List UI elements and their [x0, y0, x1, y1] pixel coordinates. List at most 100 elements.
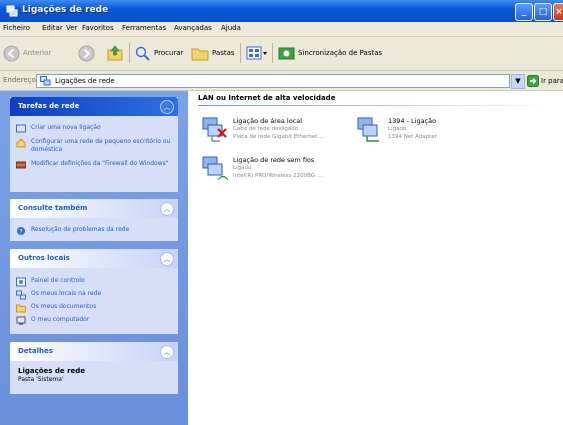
connection-status: Ligado — [233, 165, 252, 171]
address-input[interactable]: Ligações de rede — [36, 74, 510, 88]
home-network-icon — [16, 138, 26, 148]
search-label: Procurar — [154, 49, 184, 57]
file-view: LAN ou Internet de alta velocidade Ligaç… — [188, 91, 563, 425]
group-divider — [198, 105, 553, 106]
collapse-chevron-icon[interactable]: ︿ — [160, 252, 174, 266]
group-header: LAN ou Internet de alta velocidade — [198, 94, 336, 102]
other-places-title: Outros locais — [18, 254, 70, 262]
forward-arrow-icon — [78, 45, 95, 61]
collapse-chevron-icon[interactable]: ︿ — [160, 100, 174, 114]
close-button[interactable]: × — [553, 3, 563, 21]
place-control-panel[interactable]: Painel de controlo — [16, 277, 171, 287]
network-tasks-box: Tarefas de rede ︿ Criar uma nova ligação… — [10, 97, 178, 192]
menu-edit[interactable]: Editar — [42, 24, 63, 32]
see-also-header[interactable]: Consulte também ︿ — [10, 199, 178, 218]
task-label: Modificar definições da "Firewall do Win… — [31, 160, 169, 167]
back-arrow-icon — [3, 45, 20, 61]
collapse-chevron-icon[interactable]: ︿ — [160, 202, 174, 216]
other-places-header[interactable]: Outros locais ︿ — [10, 249, 178, 268]
network-connections-icon — [6, 5, 18, 17]
connection-name: Ligação de área local — [233, 117, 303, 125]
network-tasks-header[interactable]: Tarefas de rede ︿ — [10, 97, 178, 116]
menu-help[interactable]: Ajuda — [221, 24, 241, 32]
place-my-documents[interactable]: Os meus documentos — [16, 303, 171, 313]
connection-device: Intel(R) PRO/Wireless 2200BG ... — [233, 173, 323, 179]
task-troubleshoot-network[interactable]: ? Resolução de problemas da rede — [16, 226, 171, 236]
connection-wireless[interactable]: Ligação de rede sem fios Ligado Intel(R)… — [200, 154, 370, 188]
wireless-connection-icon — [202, 156, 228, 181]
forward-button[interactable] — [78, 41, 95, 65]
menu-favorites[interactable]: Favoritos — [82, 24, 114, 32]
details-name: Ligações de rede — [18, 367, 86, 375]
folder-up-icon — [107, 45, 123, 61]
help-icon: ? — [17, 227, 25, 236]
details-box: Detalhes ︿ Ligações de rede Pasta 'Siste… — [10, 342, 178, 394]
menu-file[interactable]: Ficheiro — [3, 24, 30, 32]
task-label: Configurar uma rede de pequeno escritóri… — [31, 138, 171, 153]
minimize-button[interactable]: _ — [515, 3, 533, 21]
details-type: Pasta 'Sistema' — [18, 376, 64, 383]
new-connection-icon — [16, 124, 26, 133]
place-label: O meu computador — [31, 316, 90, 323]
place-label: Os meus documentos — [31, 303, 97, 310]
documents-folder-icon — [16, 304, 26, 313]
network-places-icon — [16, 290, 26, 300]
place-label: Os meus locais na rede — [31, 290, 102, 297]
menu-bar: Ficheiro Editar Ver Favoritos Ferramenta… — [0, 22, 563, 37]
details-title: Detalhes — [18, 347, 53, 355]
folders-button[interactable]: Pastas — [191, 41, 235, 65]
collapse-chevron-icon[interactable]: ︿ — [160, 345, 174, 359]
title-bar[interactable]: Ligações de rede _ □ × — [0, 0, 563, 22]
go-button[interactable]: Ir para — [527, 75, 563, 87]
back-button[interactable]: Anterior — [3, 41, 51, 65]
connection-status: Cabo de rede desligado — [233, 126, 299, 132]
task-firewall-settings[interactable]: Modificar definições da "Firewall do Win… — [16, 160, 171, 170]
place-my-computer[interactable]: O meu computador — [16, 316, 171, 326]
views-button[interactable] — [246, 41, 268, 65]
network-tasks-title: Tarefas de rede — [18, 102, 80, 110]
toolbar: Anterior Procurar Pastas Sincronização d… — [0, 37, 563, 71]
network-folder-icon — [40, 76, 51, 86]
back-label: Anterior — [23, 49, 52, 57]
views-icon — [246, 46, 267, 59]
maximize-button[interactable]: □ — [534, 3, 552, 21]
up-folder-button[interactable] — [106, 41, 124, 65]
address-value: Ligações de rede — [55, 77, 115, 85]
connection-local-area[interactable]: Ligação de área local Cabo de rede desli… — [200, 115, 350, 149]
explorer-window: Ligações de rede _ □ × Ficheiro Editar V… — [0, 0, 563, 425]
address-dropdown-button[interactable]: ▼ — [511, 74, 525, 89]
connection-1394[interactable]: 1394 - Ligação Ligado 1394 Net Adapter — [355, 115, 505, 149]
see-also-title: Consulte também — [18, 204, 88, 212]
place-label: Painel de controlo — [31, 277, 85, 284]
folders-icon — [191, 48, 209, 60]
menu-tools[interactable]: Ferramentas — [122, 24, 166, 32]
connection-status: Ligado — [388, 126, 407, 132]
connection-device: Placa de rede Gigabit Ethernet ... — [233, 134, 325, 140]
sync-icon — [278, 47, 295, 59]
place-my-network[interactable]: Os meus locais na rede — [16, 290, 171, 300]
control-panel-icon — [16, 277, 26, 287]
address-label: Endereço — [3, 76, 36, 84]
search-button[interactable]: Procurar — [134, 41, 183, 65]
other-places-box: Outros locais ︿ Painel de controlo Os me… — [10, 249, 178, 334]
task-pane: Tarefas de rede ︿ Criar uma nova ligação… — [0, 91, 188, 425]
connection-device: 1394 Net Adapter — [388, 134, 437, 140]
task-setup-home-network[interactable]: Configurar uma rede de pequeno escritóri… — [16, 138, 171, 154]
go-label: Ir para — [541, 77, 563, 85]
folders-label: Pastas — [212, 49, 235, 57]
lan-connected-icon — [357, 117, 379, 142]
sync-folders-button[interactable]: Sincronização de Pastas — [278, 41, 382, 65]
see-also-box: Consulte também ︿ ? Resolução de problem… — [10, 199, 178, 241]
lan-disconnected-icon — [202, 117, 227, 142]
go-arrow-icon — [527, 75, 539, 87]
details-header[interactable]: Detalhes ︿ — [10, 342, 178, 361]
search-icon — [135, 46, 150, 61]
connection-name: Ligação de rede sem fios — [233, 156, 315, 164]
task-label: Resolução de problemas da rede — [31, 226, 130, 233]
address-bar: Endereço Ligações de rede ▼ Ir para — [0, 71, 563, 91]
task-create-connection[interactable]: Criar uma nova ligação — [16, 124, 171, 134]
firewall-icon — [16, 161, 26, 169]
menu-view[interactable]: Ver — [66, 24, 77, 32]
menu-advanced[interactable]: Avançadas — [174, 24, 212, 32]
computer-icon — [16, 316, 26, 325]
